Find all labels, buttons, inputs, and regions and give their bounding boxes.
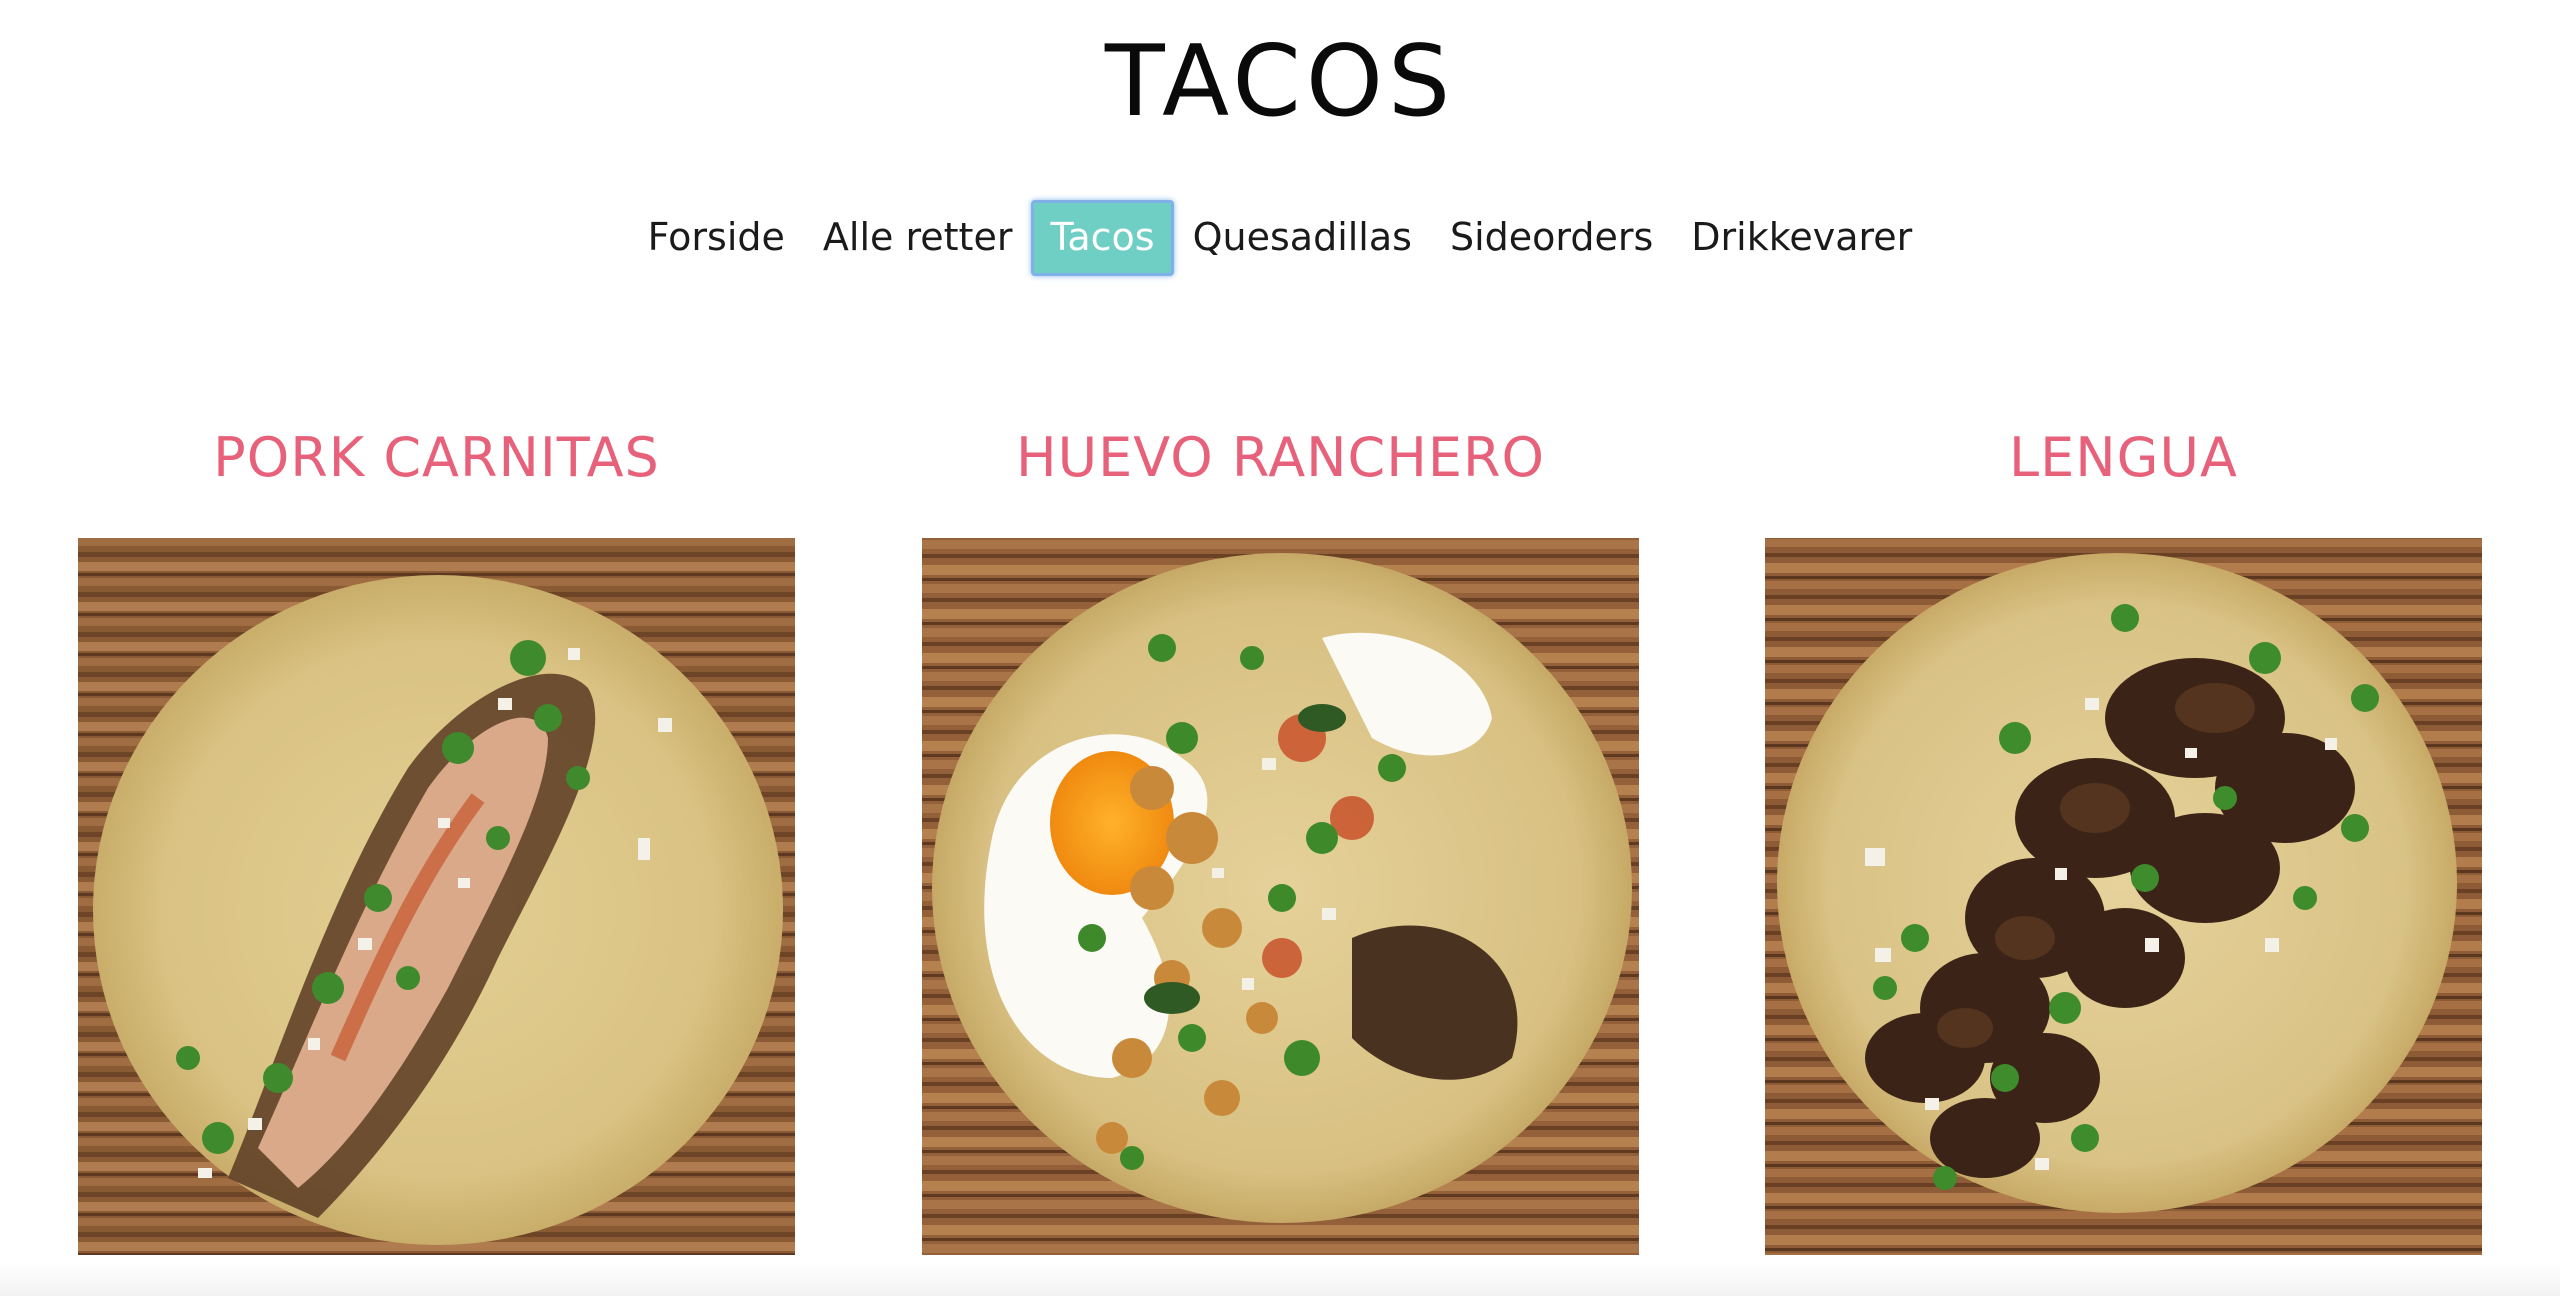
dish-card-huevo-ranchero[interactable]: HUEVO RANCHERO bbox=[922, 418, 1639, 1255]
dish-card-lengua[interactable]: LENGUA bbox=[1765, 418, 2482, 1255]
nav-item-sideorders[interactable]: Sideorders bbox=[1431, 200, 1672, 276]
dish-image[interactable] bbox=[922, 538, 1639, 1255]
dish-image[interactable] bbox=[78, 538, 795, 1255]
page: TACOS Forside Alle retter Tacos Quesadil… bbox=[0, 0, 2560, 1296]
main-nav: Forside Alle retter Tacos Quesadillas Si… bbox=[0, 200, 2560, 276]
dish-title[interactable]: LENGUA bbox=[1765, 418, 2482, 498]
dish-image[interactable] bbox=[1765, 538, 2482, 1255]
nav-item-drikkevarer[interactable]: Drikkevarer bbox=[1672, 200, 1931, 276]
nav-item-forside[interactable]: Forside bbox=[629, 200, 804, 276]
page-title: TACOS bbox=[1104, 25, 1456, 139]
nav-item-quesadillas[interactable]: Quesadillas bbox=[1174, 200, 1431, 276]
nav-item-alle-retter[interactable]: Alle retter bbox=[804, 200, 1032, 276]
page-bottom-edge bbox=[0, 1262, 2560, 1296]
taco-lengua-photo bbox=[1765, 538, 2482, 1255]
dish-card-pork-carnitas[interactable]: PORK CARNITAS bbox=[78, 418, 795, 1255]
taco-huevo-ranchero-photo bbox=[922, 538, 1639, 1255]
dish-title[interactable]: HUEVO RANCHERO bbox=[922, 418, 1639, 498]
dish-title[interactable]: PORK CARNITAS bbox=[78, 418, 795, 498]
taco-pork-carnitas-photo bbox=[78, 538, 795, 1255]
nav-item-tacos[interactable]: Tacos bbox=[1031, 200, 1174, 276]
